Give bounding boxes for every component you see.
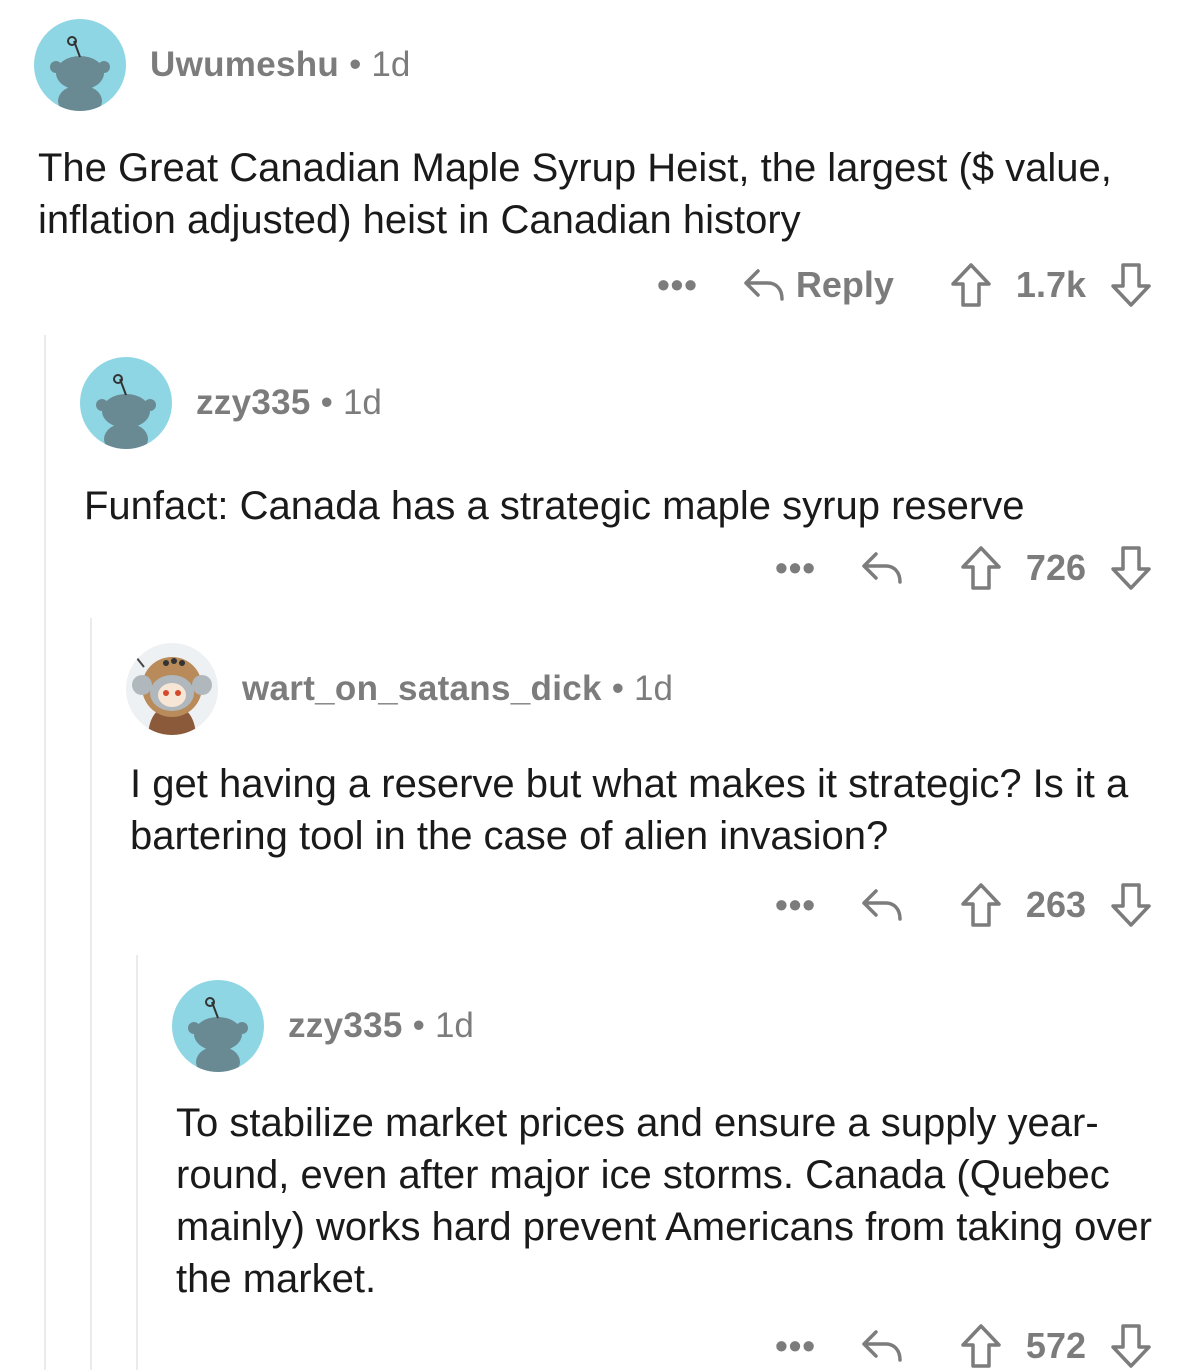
avatar[interactable] [172, 980, 264, 1072]
vote-score: 263 [1025, 884, 1086, 925]
reply-arrow-icon [744, 269, 784, 301]
avatar[interactable] [126, 643, 218, 735]
more-options-button[interactable]: ••• [775, 1328, 816, 1364]
comment-actions: ••• Reply 1.7k [657, 262, 1152, 308]
comment: zzy335 • 1d Funfact: Canada has a strate… [80, 356, 1192, 532]
comment: wart_on_satans_dick • 1d I get having a … [126, 642, 1192, 862]
comment-actions: ••• 726 [775, 545, 1152, 591]
comment-author[interactable]: zzy335 [196, 383, 311, 423]
comment-timestamp[interactable]: 1d [435, 1006, 474, 1046]
comment-body: The Great Canadian Maple Syrup Heist, th… [38, 146, 1112, 242]
comment-author[interactable]: Uwumeshu [150, 45, 339, 85]
vote-score: 572 [1025, 1325, 1086, 1366]
comment-actions: ••• 572 [775, 1323, 1152, 1369]
default-snoo-icon [50, 36, 110, 111]
more-options-button[interactable]: ••• [775, 887, 816, 923]
comment-timestamp[interactable]: 1d [634, 669, 673, 709]
comment-header: zzy335 • 1d [80, 356, 1192, 450]
avatar[interactable] [80, 357, 172, 449]
separator-dot: • [349, 45, 362, 84]
reply-arrow-icon [862, 552, 902, 584]
reply-button[interactable] [860, 1326, 904, 1366]
comment-header: wart_on_satans_dick • 1d [126, 642, 1192, 736]
upvote-arrow-icon[interactable] [960, 1323, 1002, 1369]
more-options-button[interactable]: ••• [775, 550, 816, 586]
comment-author[interactable]: zzy335 [288, 1006, 403, 1046]
reply-button[interactable] [860, 885, 904, 925]
custom-snoo-astronaut-icon [132, 653, 212, 735]
upvote-arrow-icon[interactable] [960, 882, 1002, 928]
avatar[interactable] [34, 19, 126, 111]
reply-arrow-icon [862, 1330, 902, 1362]
comment-header: zzy335 • 1d [172, 979, 1192, 1073]
separator-dot: • [320, 383, 333, 422]
comment: Uwumeshu • 1d The Great Canadian Maple S… [34, 18, 1192, 246]
downvote-arrow-icon[interactable] [1110, 545, 1152, 591]
comment-author[interactable]: wart_on_satans_dick [242, 669, 602, 709]
reply-arrow-icon [862, 889, 902, 921]
upvote-arrow-icon[interactable] [960, 545, 1002, 591]
comment-header: Uwumeshu • 1d [34, 18, 1192, 112]
thread-line-level-1[interactable] [44, 335, 46, 1370]
separator-dot: • [412, 1006, 425, 1045]
reply-label: Reply [795, 264, 894, 305]
more-options-button[interactable]: ••• [657, 267, 698, 303]
upvote-arrow-icon[interactable] [950, 262, 992, 308]
thread-line-level-3[interactable] [136, 955, 138, 1370]
comment: zzy335 • 1d To stabilize market prices a… [172, 979, 1192, 1305]
downvote-arrow-icon[interactable] [1110, 882, 1152, 928]
downvote-arrow-icon[interactable] [1110, 262, 1152, 308]
comment-timestamp[interactable]: 1d [343, 383, 382, 423]
comment-body: Funfact: Canada has a strategic maple sy… [84, 484, 1025, 528]
comment-body: I get having a reserve but what makes it… [130, 762, 1129, 858]
comment-body: To stabilize market prices and ensure a … [176, 1101, 1152, 1301]
vote-score: 726 [1025, 547, 1086, 588]
default-snoo-icon [96, 374, 156, 449]
default-snoo-icon [188, 997, 248, 1072]
reply-button[interactable]: Reply [742, 264, 894, 306]
separator-dot: • [611, 669, 625, 708]
comment-actions: ••• 263 [775, 882, 1152, 928]
downvote-arrow-icon[interactable] [1110, 1323, 1152, 1369]
vote-score: 1.7k [1015, 264, 1086, 305]
reply-button[interactable] [860, 548, 904, 588]
thread-line-level-2[interactable] [90, 618, 92, 1370]
comment-timestamp[interactable]: 1d [371, 45, 410, 85]
